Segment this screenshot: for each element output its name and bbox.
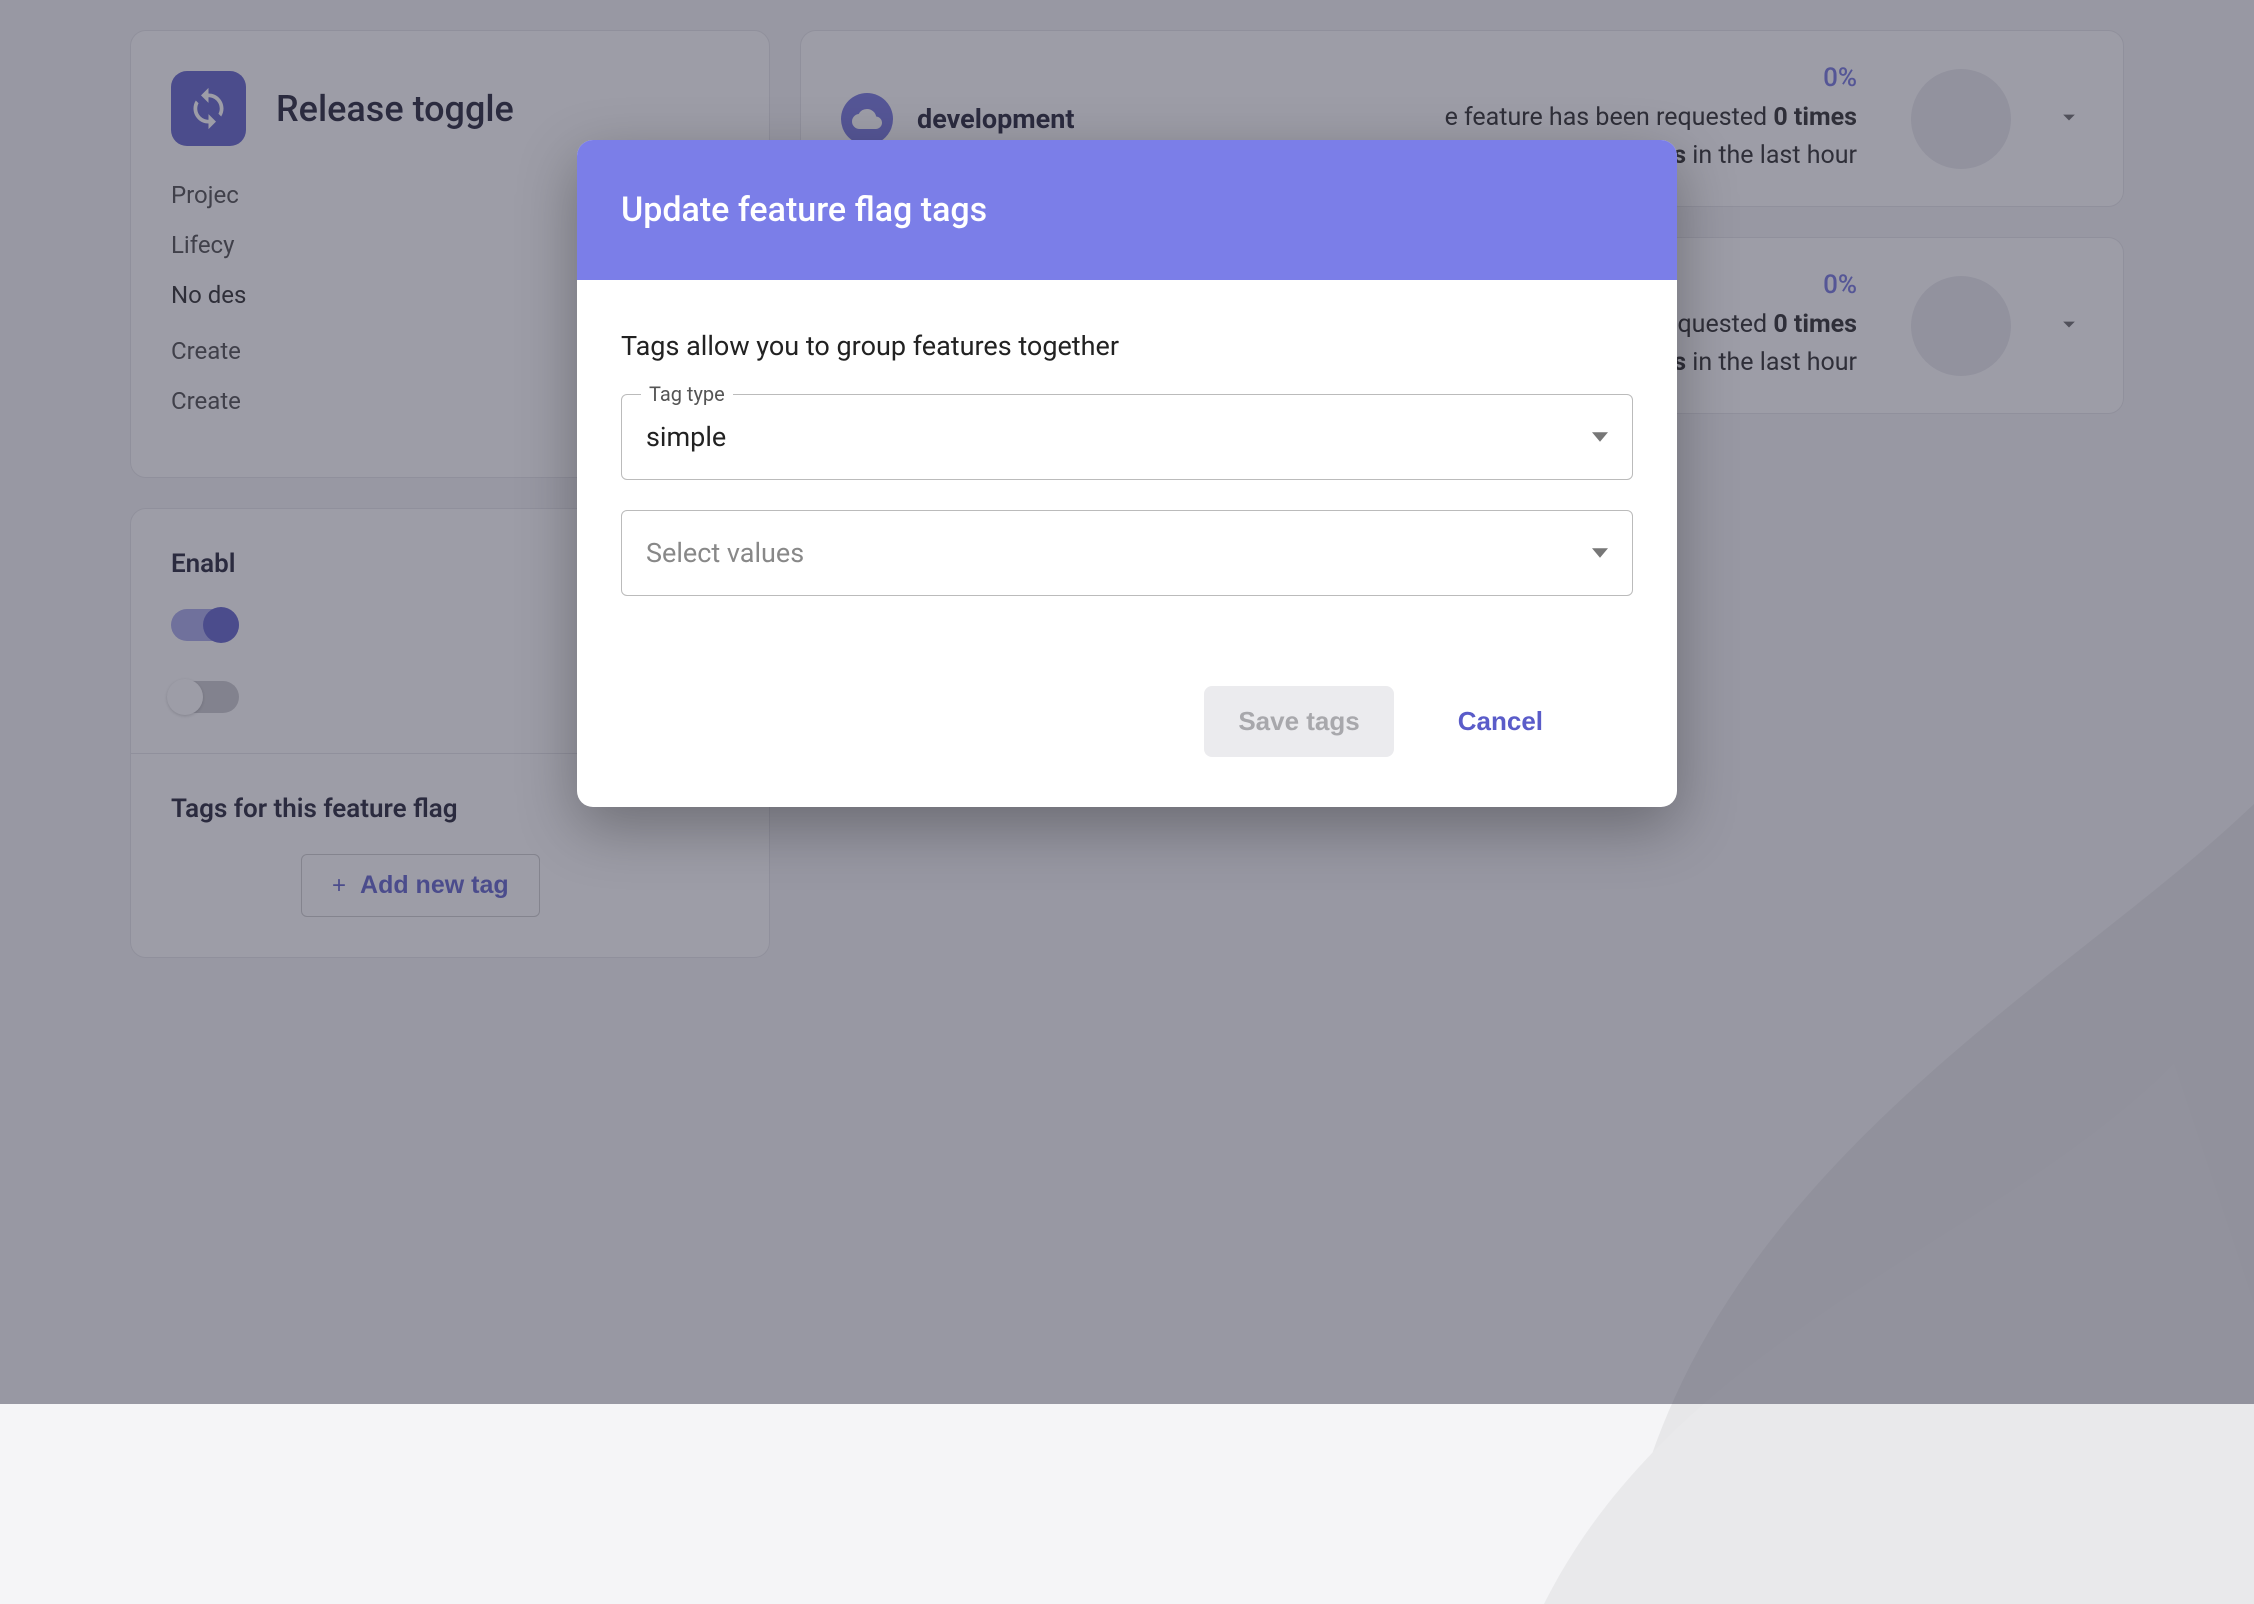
- select-values-placeholder: Select values: [646, 537, 804, 569]
- modal-intro-text: Tags allow you to group features togethe…: [621, 330, 1633, 362]
- modal-body: Tags allow you to group features togethe…: [577, 280, 1677, 646]
- tag-type-label: Tag type: [641, 382, 733, 406]
- dropdown-icon: [1592, 429, 1608, 445]
- modal-title: Update feature flag tags: [621, 190, 1633, 230]
- cancel-button[interactable]: Cancel: [1424, 686, 1577, 757]
- tag-type-select[interactable]: simple: [621, 394, 1633, 480]
- tag-type-value: simple: [646, 421, 726, 453]
- select-values-select[interactable]: Select values: [621, 510, 1633, 596]
- update-tags-modal: Update feature flag tags Tags allow you …: [577, 140, 1677, 807]
- dropdown-icon: [1592, 545, 1608, 561]
- select-values-field: Select values: [621, 510, 1633, 596]
- tag-type-field: Tag type simple: [621, 394, 1633, 480]
- save-tags-button[interactable]: Save tags: [1204, 686, 1393, 757]
- modal-footer: Save tags Cancel: [577, 646, 1677, 807]
- modal-header: Update feature flag tags: [577, 140, 1677, 280]
